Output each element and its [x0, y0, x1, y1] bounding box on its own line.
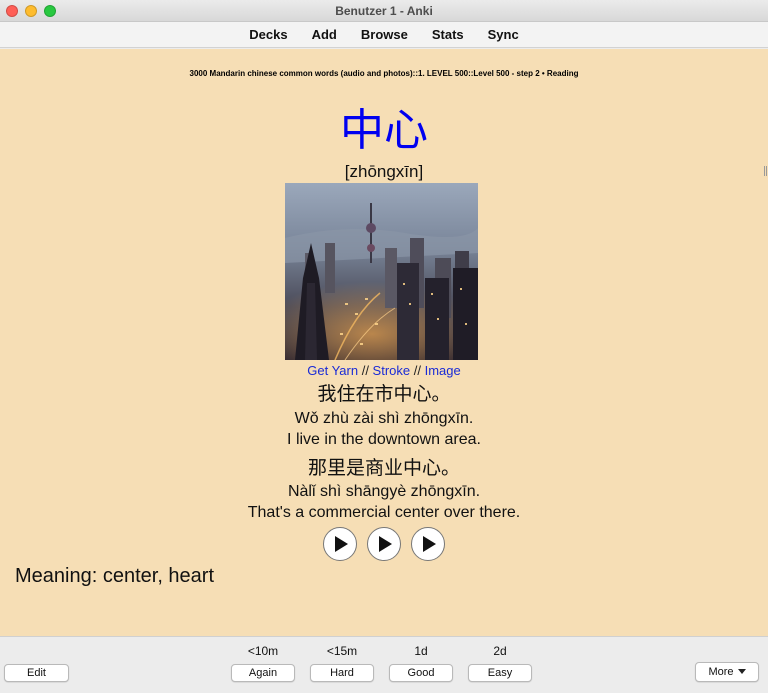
hard-button[interactable]: Hard	[310, 664, 374, 682]
play-icon	[335, 536, 348, 552]
title-bar: Benutzer 1 - Anki	[0, 0, 768, 22]
card-view: 3000 Mandarin chinese common words (audi…	[0, 49, 768, 636]
toolbar-browse[interactable]: Browse	[349, 27, 420, 42]
window-title: Benutzer 1 - Anki	[335, 4, 433, 18]
card-word: 中心	[340, 105, 428, 156]
card-meaning: Meaning: center, heart	[15, 565, 215, 587]
reference-links: Get Yarn // Stroke // Image	[0, 363, 768, 378]
play-icon	[423, 536, 436, 552]
play-audio-button[interactable]	[323, 527, 357, 561]
good-interval: 1d	[414, 644, 428, 658]
toolbar-add[interactable]: Add	[300, 27, 349, 42]
link-separator: //	[410, 363, 425, 378]
chevron-down-icon	[737, 669, 746, 674]
main-toolbar: Decks Add Browse Stats Sync	[0, 22, 768, 48]
example-2-english: That's a commercial center over there.	[247, 504, 521, 521]
example-1-pinyin: Wǒ zhù zài shì zhōngxīn.	[294, 410, 474, 427]
link-separator: //	[358, 363, 373, 378]
city-skyline-photo	[285, 183, 478, 360]
card-pinyin: [zhōngxīn]	[344, 162, 424, 181]
example-2-chinese: 那里是商业中心。	[307, 457, 460, 479]
play-icon	[379, 536, 392, 552]
anki-window: Benutzer 1 - Anki Decks Add Browse Stats…	[0, 0, 768, 693]
deck-path: 3000 Mandarin chinese common words (audi…	[189, 69, 579, 78]
more-button-label: More	[708, 666, 734, 678]
toolbar-stats[interactable]: Stats	[420, 27, 476, 42]
hard-interval: <15m	[326, 644, 358, 658]
resize-grip[interactable]	[764, 166, 767, 176]
answer-bar: <10m <15m 1d 2d Edit Again Hard Good Eas…	[0, 636, 768, 693]
edit-button[interactable]: Edit	[4, 664, 69, 682]
get-yarn-link[interactable]: Get Yarn	[307, 363, 358, 378]
good-button[interactable]: Good	[389, 664, 453, 682]
example-2-pinyin: Nàlǐ shì shāngyè zhōngxīn.	[287, 483, 481, 500]
again-button[interactable]: Again	[231, 664, 295, 682]
again-interval: <10m	[247, 644, 279, 658]
play-audio-button[interactable]	[367, 527, 401, 561]
more-button[interactable]: More	[695, 662, 759, 682]
easy-interval: 2d	[493, 644, 507, 658]
image-link[interactable]: Image	[425, 363, 461, 378]
easy-button[interactable]: Easy	[468, 664, 532, 682]
example-1-english: I live in the downtown area.	[287, 431, 481, 448]
play-audio-button[interactable]	[411, 527, 445, 561]
toolbar-sync[interactable]: Sync	[476, 27, 531, 42]
example-1-chinese: 我住在市中心。	[317, 383, 451, 405]
audio-buttons	[0, 527, 768, 561]
toolbar-decks[interactable]: Decks	[237, 27, 299, 42]
stroke-link[interactable]: Stroke	[373, 363, 411, 378]
